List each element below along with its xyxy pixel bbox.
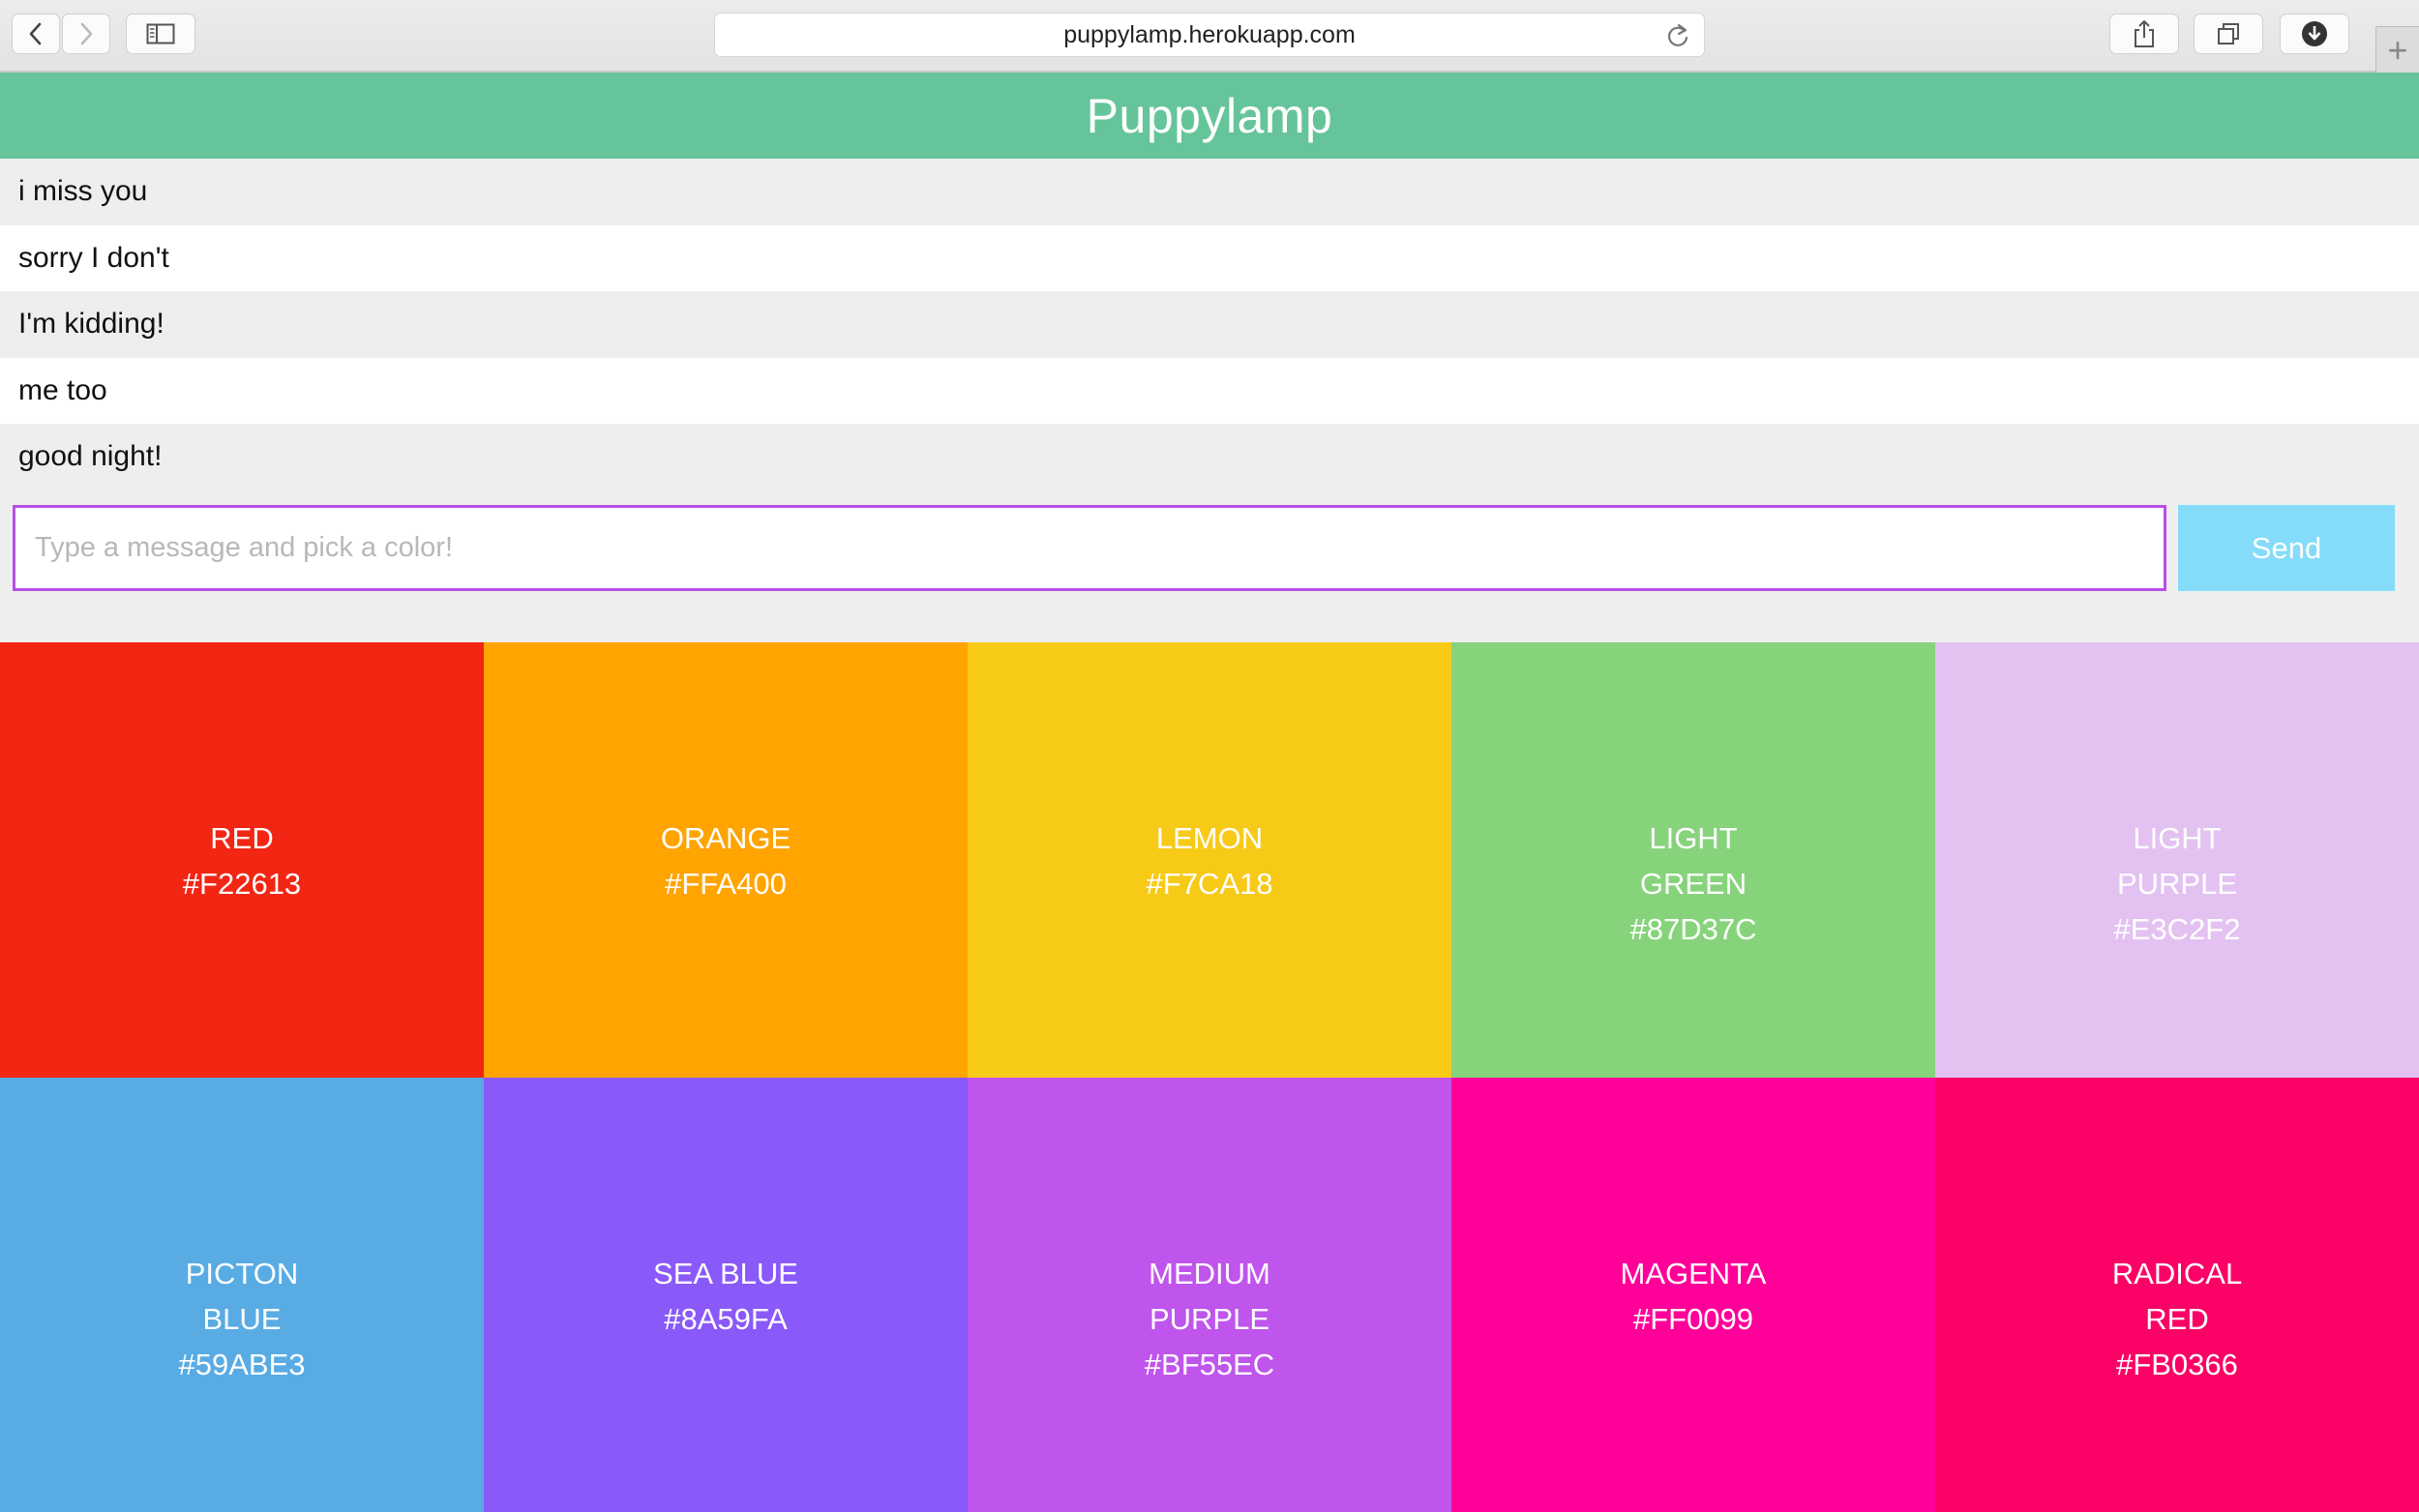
color-name: SEA BLUE (653, 1257, 798, 1290)
color-hex: #FFA400 (665, 867, 787, 901)
color-hex: #F22613 (182, 867, 302, 901)
back-button[interactable] (12, 14, 60, 54)
sidebar-icon (146, 23, 175, 44)
color-name: LIGHT PURPLE (2116, 821, 2238, 901)
color-swatch-magenta[interactable]: MAGENTA #FF0099 (1451, 1078, 1935, 1512)
app-title: Puppylamp (1086, 88, 1333, 143)
color-swatch-medium-purple[interactable]: MEDIUM PURPLE #BF55EC (968, 1078, 1451, 1512)
color-hex: #F7CA18 (1146, 867, 1273, 901)
browser-toolbar: puppylamp.herokuapp.com + (0, 0, 2419, 73)
chevron-left-icon (26, 21, 45, 46)
downloads-button[interactable] (2280, 14, 2349, 54)
color-swatch-orange[interactable]: ORANGE #FFA400 (484, 642, 968, 1078)
color-hex: #8A59FA (664, 1302, 788, 1336)
color-hex: #FF0099 (1632, 1302, 1754, 1336)
share-button[interactable] (2109, 14, 2179, 54)
plus-icon: + (2387, 29, 2408, 70)
share-icon (2132, 19, 2157, 48)
address-bar[interactable]: puppylamp.herokuapp.com (714, 13, 1705, 57)
color-name: ORANGE (660, 821, 791, 855)
color-hex: #E3C2F2 (2113, 912, 2241, 946)
color-name: PICTON BLUE (185, 1257, 299, 1336)
color-name: RED (210, 821, 274, 855)
list-item: i miss you (0, 159, 2419, 225)
message-input[interactable] (13, 505, 2166, 591)
color-name: RADICAL RED (2111, 1257, 2243, 1336)
message-composer: Send (0, 490, 2419, 642)
color-swatch-sea-blue[interactable]: SEA BLUE #8A59FA (484, 1078, 968, 1512)
list-item: good night! (0, 424, 2419, 490)
reload-icon[interactable] (1665, 22, 1690, 56)
tabs-overview-button[interactable] (2194, 14, 2263, 54)
color-name: MEDIUM PURPLE (1149, 1257, 1270, 1336)
tabs-overview-icon (2216, 21, 2241, 46)
color-palette: RED #F22613 ORANGE #FFA400 LEMON #F7CA18… (0, 642, 2419, 1512)
url-text: puppylamp.herokuapp.com (1063, 20, 1356, 48)
forward-button[interactable] (62, 14, 110, 54)
color-swatch-lemon[interactable]: LEMON #F7CA18 (968, 642, 1451, 1078)
sidebar-button[interactable] (126, 14, 195, 54)
color-name: MAGENTA (1620, 1257, 1767, 1290)
color-hex: #FB0366 (2116, 1348, 2238, 1381)
color-hex: #87D37C (1629, 912, 1757, 946)
new-tab-button[interactable]: + (2375, 26, 2419, 73)
color-swatch-radical-red[interactable]: RADICAL RED #FB0366 (1935, 1078, 2419, 1512)
message-list: i miss you sorry I don't I'm kidding! me… (0, 159, 2419, 490)
color-name: LEMON (1155, 821, 1264, 855)
color-hex: #59ABE3 (178, 1348, 306, 1381)
color-name: LIGHT GREEN (1639, 821, 1747, 901)
chevron-right-icon (76, 21, 96, 46)
color-hex: #BF55EC (1144, 1348, 1275, 1381)
color-swatch-light-purple[interactable]: LIGHT PURPLE #E3C2F2 (1935, 642, 2419, 1078)
list-item: me too (0, 357, 2419, 424)
list-item: I'm kidding! (0, 291, 2419, 358)
list-item: sorry I don't (0, 224, 2419, 291)
color-swatch-light-green[interactable]: LIGHT GREEN #87D37C (1451, 642, 1935, 1078)
send-button[interactable]: Send (2178, 505, 2395, 591)
download-icon (2301, 20, 2328, 47)
page-title: Puppylamp (0, 73, 2419, 159)
color-swatch-picton-blue[interactable]: PICTON BLUE #59ABE3 (0, 1078, 484, 1512)
color-swatch-red[interactable]: RED #F22613 (0, 642, 484, 1078)
